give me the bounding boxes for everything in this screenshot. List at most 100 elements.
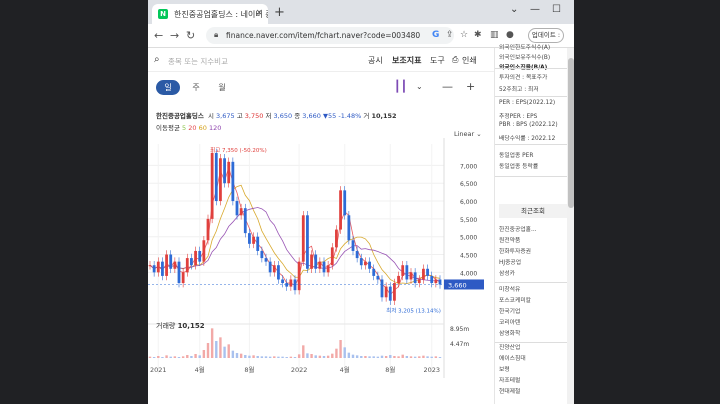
volume-bar [198, 355, 201, 358]
candle-body [285, 283, 289, 287]
print-icon[interactable]: ⎙ [452, 55, 458, 65]
maximize-icon[interactable]: ☐ [552, 4, 561, 15]
extensions-icon[interactable]: ✱ [474, 30, 482, 40]
recent-item[interactable]: 한진중공업홀... [499, 224, 537, 233]
update-button[interactable]: 업데이트 : [528, 28, 564, 43]
candle-body [409, 272, 413, 280]
menu-tools[interactable]: 도구 [430, 55, 445, 66]
candle-body [161, 261, 164, 276]
menu-disclosure[interactable]: 공시 [368, 55, 383, 66]
period-day[interactable]: 일 [156, 80, 180, 95]
price-chart[interactable]: 7,000 6,500 6,000 5,500 5,000 4,500 4,000 2021 4… [148, 48, 494, 404]
recent-item[interactable]: 포스코케미칼 [499, 295, 531, 304]
candle-body [185, 258, 189, 273]
candle-body [223, 158, 226, 184]
volume-bar [430, 356, 433, 358]
compare-search-input[interactable]: 종목 또는 지수비교 [168, 56, 228, 67]
volume-bar [161, 357, 164, 358]
candle-chart-icon[interactable]: ┃┃ [394, 80, 407, 93]
candle-body [393, 283, 396, 301]
volume-bar [434, 356, 438, 358]
recent-item[interactable]: 한화투자증권 [499, 246, 531, 255]
lock-icon: 🔒︎ [214, 30, 219, 39]
y-tick-label: 7,000 [460, 163, 477, 170]
browser-tab[interactable]: N 한진중공업홀딩스 : 네이버 증권 × [152, 4, 268, 24]
minimize-icon[interactable]: — [530, 4, 540, 15]
share-icon[interactable]: ⇪ [446, 30, 454, 40]
reload-icon[interactable]: ↻ [186, 29, 195, 42]
volume-tick-label: 4.47m [450, 341, 469, 348]
low-value: 3,650 [273, 112, 293, 120]
tab-search-icon[interactable]: ⌄ [510, 4, 518, 15]
candle-body [384, 286, 388, 298]
recent-item[interactable]: 진양산업 [499, 342, 520, 351]
volume-bar [347, 352, 351, 358]
volume-bar [314, 355, 317, 358]
panel-divider [495, 68, 567, 69]
recent-views-header[interactable]: 최근조회 [499, 204, 567, 218]
back-icon[interactable]: ← [154, 29, 163, 42]
bookmark-icon[interactable]: ☆ [460, 30, 468, 40]
recent-item[interactable]: 에이스침대 [499, 353, 526, 362]
period-week[interactable]: 주 [184, 80, 208, 95]
candle-body [372, 268, 376, 276]
new-tab-button[interactable]: + [274, 5, 285, 20]
chevron-down-icon[interactable]: ⌄ [416, 82, 423, 91]
candle-body [169, 254, 173, 269]
candle-body [231, 161, 235, 202]
menu-print[interactable]: 인쇄 [462, 55, 477, 66]
recent-item[interactable]: HJ중공업 [499, 257, 521, 266]
ma-5[interactable]: 5 [182, 124, 186, 132]
recent-item[interactable]: 자조테럴 [499, 375, 520, 384]
recent-item[interactable]: 원전약품 [499, 235, 520, 244]
volume-tick-label: 8.95m [450, 326, 469, 333]
foreign-stat: 외국인소진율(B/A) [499, 62, 547, 71]
scroll-thumb[interactable] [568, 58, 574, 208]
recent-item[interactable]: 삼영화학 [499, 328, 520, 337]
zoom-in-icon[interactable]: + [466, 80, 475, 93]
ma-120[interactable]: 120 [209, 124, 221, 132]
industry-stat: 동일업종 등락률 [499, 164, 539, 170]
recent-item[interactable]: 현대제철 [499, 386, 520, 395]
volume-bar [285, 357, 288, 358]
close-tab-icon[interactable]: × [255, 8, 263, 18]
zoom-out-icon[interactable]: — [442, 80, 453, 93]
candle-body [260, 250, 264, 259]
candle-body [397, 275, 400, 284]
volume-bar [376, 356, 380, 358]
volume-bar [239, 353, 243, 358]
naver-favicon-icon: N [158, 9, 168, 19]
url-field[interactable]: 🔒︎ finance.naver.com/item/fchart.naver?c… [206, 27, 454, 44]
candle-body [310, 254, 313, 269]
candle-body [198, 250, 202, 262]
volume-bar [401, 354, 404, 358]
period-month[interactable]: 월 [210, 80, 234, 95]
x-tick-label: 2023 [423, 366, 440, 374]
ma-20[interactable]: 20 [188, 124, 196, 132]
open-label: 시 [207, 112, 214, 120]
search-icon[interactable]: ⌕ [154, 54, 160, 65]
recent-item[interactable]: 미창석유 [499, 284, 520, 293]
high-label: 고 [236, 112, 243, 120]
sidepanel-icon[interactable]: ▥ [490, 30, 499, 40]
valuation-stat: PER : EPS(2022.12) [499, 100, 556, 106]
tab-title: 한진중공업홀딩스 : 네이버 증권 [174, 10, 268, 19]
ma-60[interactable]: 60 [199, 124, 207, 132]
forward-icon[interactable]: → [170, 29, 179, 42]
volume-bar [293, 357, 297, 358]
candle-body [351, 240, 355, 251]
scrollbar[interactable] [567, 48, 574, 404]
recent-item[interactable]: 한국기업 [499, 306, 520, 315]
candle-body [347, 215, 351, 241]
candle-body [202, 240, 206, 262]
menu-indicators[interactable]: 보조지표 [392, 55, 421, 66]
recent-item[interactable]: 삼성카 [499, 268, 515, 277]
y-tick-label: 4,500 [460, 253, 477, 260]
scale-selector[interactable]: Linear ⌄ [454, 130, 482, 138]
candle-body [173, 261, 177, 269]
recent-item[interactable]: 보령 [499, 364, 510, 373]
recent-item[interactable]: 코리아텐 [499, 317, 520, 326]
candle-body [318, 261, 322, 269]
google-icon[interactable]: G [432, 30, 439, 40]
profile-icon[interactable]: ● [506, 30, 514, 40]
